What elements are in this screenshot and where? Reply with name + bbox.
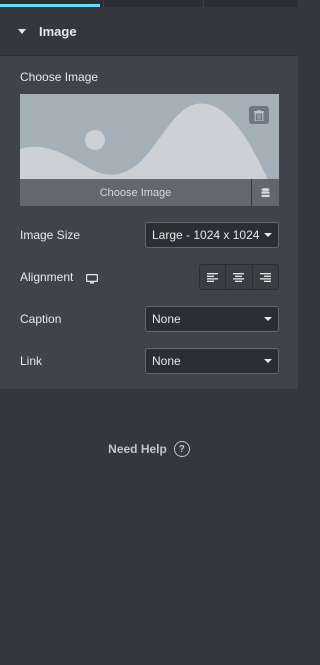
- align-left-icon: [207, 272, 219, 282]
- need-help-label: Need Help: [108, 442, 167, 456]
- chevron-down-icon: [264, 317, 272, 321]
- align-center-icon: [233, 272, 245, 282]
- media-action-bar: Choose Image: [20, 179, 279, 206]
- image-section-header[interactable]: Image: [0, 7, 298, 56]
- caption-value: None: [152, 312, 181, 326]
- choose-image-label: Choose Image: [20, 70, 99, 84]
- image-size-label: Image Size: [20, 228, 81, 242]
- caption-select[interactable]: None: [145, 306, 279, 332]
- align-center-button[interactable]: [226, 265, 253, 289]
- image-size-select[interactable]: Large - 1024 x 1024: [145, 222, 279, 248]
- align-left-button[interactable]: [200, 265, 227, 289]
- caret-down-icon: [18, 28, 26, 34]
- image-size-value: Large - 1024 x 1024: [152, 228, 260, 242]
- link-select[interactable]: None: [145, 348, 279, 374]
- desktop-monitor-icon[interactable]: [86, 271, 99, 289]
- section-title: Image: [39, 23, 77, 39]
- editor-tab-bar: [0, 0, 298, 7]
- trash-icon[interactable]: [249, 106, 269, 124]
- chevron-down-icon: [264, 233, 272, 237]
- tab-divider: [203, 0, 204, 7]
- link-label: Link: [20, 354, 43, 368]
- tab-divider: [103, 0, 104, 7]
- caption-label: Caption: [20, 312, 62, 326]
- need-help-link[interactable]: Need Help ?: [0, 440, 298, 458]
- link-value: None: [152, 354, 181, 368]
- align-right-button[interactable]: [253, 265, 278, 289]
- alignment-control: [199, 264, 279, 290]
- alignment-label: Alignment: [20, 270, 74, 284]
- question-circle-icon: ?: [173, 441, 190, 457]
- align-right-icon: [259, 272, 271, 282]
- dynamic-tags-icon[interactable]: [251, 179, 279, 206]
- chevron-down-icon: [264, 359, 272, 363]
- choose-image-button[interactable]: Choose Image: [20, 179, 251, 206]
